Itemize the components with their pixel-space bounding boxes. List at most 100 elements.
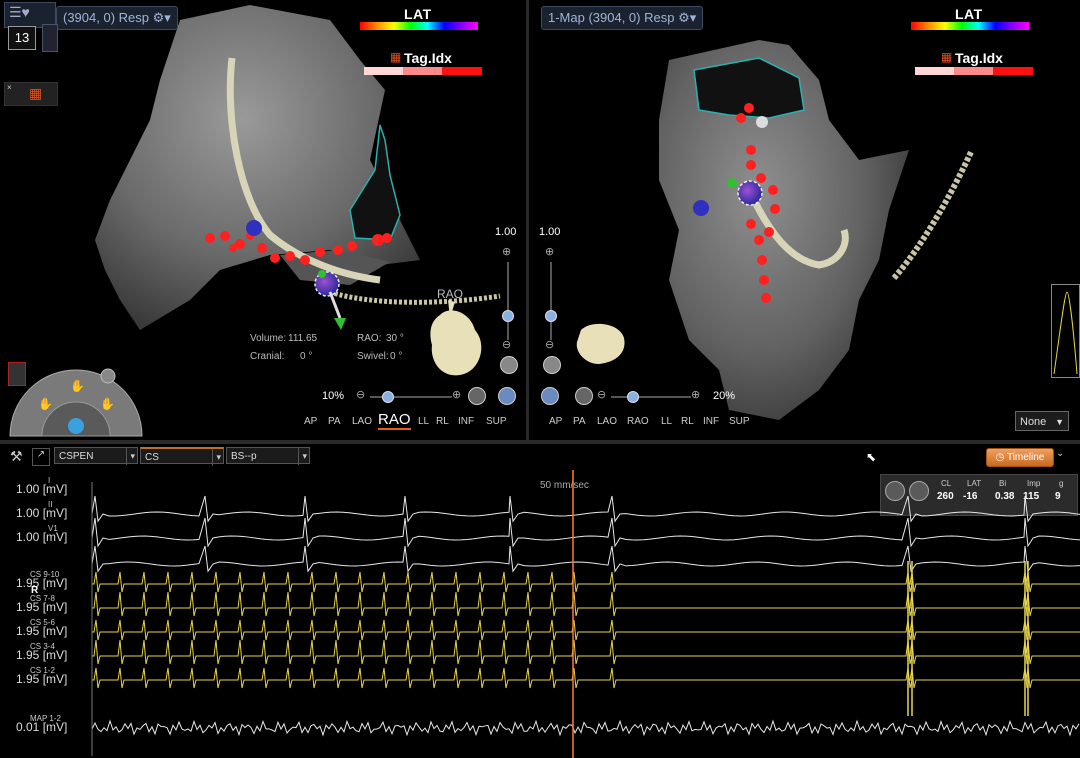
lat-legend-label: LAT: [404, 6, 432, 22]
trace-lead-v1: [91, 545, 1080, 573]
ecg-signal-canvas[interactable]: [0, 466, 1080, 758]
add-signal-icon[interactable]: ↗: [32, 448, 50, 466]
map-selector[interactable]: (3904, 0) Resp ⚙▾: [56, 6, 178, 30]
slider-minus-icon[interactable]: ⊖: [502, 338, 511, 351]
cranial-value: 0 °: [300, 351, 313, 362]
point-tool-button[interactable]: × ▦: [4, 82, 58, 106]
surface-toggle-button[interactable]: [500, 356, 518, 374]
mouse-cursor-icon: ⬉: [866, 450, 877, 464]
transparency-button[interactable]: [575, 387, 593, 405]
rao-label: RAO:: [357, 333, 382, 344]
nav-center-icon: [68, 418, 84, 434]
tag-legend-label: Tag.Idx: [955, 50, 1003, 66]
lat-color-scale: [360, 22, 478, 30]
left-view-pa-button[interactable]: PA: [328, 416, 341, 427]
catheter-tip-icon: [737, 180, 763, 206]
orientation-label: RAO: [437, 287, 464, 301]
zoom-out-icon[interactable]: ⊖: [597, 388, 606, 401]
rotate-icon: ✋: [70, 379, 85, 393]
pan-icon: ✋: [38, 397, 53, 411]
threshold-slider-knob[interactable]: [502, 310, 514, 322]
trace-cs-1: [92, 591, 1080, 617]
slider-minus-icon[interactable]: ⊖: [545, 338, 554, 351]
surface-toggle-button[interactable]: [543, 356, 561, 374]
left-view-rao-button[interactable]: RAO: [378, 411, 411, 430]
lead-name-7: CS 1-2: [30, 666, 55, 675]
threshold-slider[interactable]: [507, 262, 509, 340]
zoom-level: 20%: [713, 390, 736, 402]
tag-index-icon: ▦: [390, 50, 402, 64]
chevron-down-icon[interactable]: ⌄: [1056, 448, 1064, 459]
tag-color-scale: [915, 67, 1033, 75]
trace-cs-0: [92, 571, 1080, 593]
lead-name-3: CS 9-10: [30, 570, 60, 579]
slider-plus-icon[interactable]: ⊕: [545, 245, 554, 258]
zoom-slider-knob[interactable]: [627, 391, 639, 403]
right-view-sup-button[interactable]: SUP: [729, 416, 750, 427]
layers-icon[interactable]: [42, 24, 58, 52]
right-map-view[interactable]: 1-Map (3904, 0) Resp ⚙▾ LAT ▦ Tag.Idx 1.…: [529, 0, 1080, 440]
trace-cs-3: [92, 639, 1080, 665]
right-view-ll-button[interactable]: LL: [661, 416, 672, 427]
navigation-wheel[interactable]: ✋ ✋ ✋: [8, 362, 144, 438]
hammer-icon[interactable]: ⚒: [10, 448, 23, 465]
close-icon[interactable]: ×: [7, 83, 12, 92]
left-map-view[interactable]: ☰♥ (3904, 0) Resp ⚙▾ 13 × ▦ LAT ▦ Tag.Id…: [0, 0, 526, 440]
left-view-rl-button[interactable]: RL: [436, 416, 449, 427]
right-view-rl-button[interactable]: RL: [681, 416, 694, 427]
panel-divider[interactable]: [0, 440, 1080, 444]
left-view-ll-button[interactable]: LL: [418, 416, 429, 427]
signal-group-select-1[interactable]: CSPEN ▾: [54, 447, 138, 465]
record-icon[interactable]: [8, 362, 26, 386]
right-view-rao-button[interactable]: RAO: [627, 416, 649, 427]
map-selector[interactable]: 1-Map (3904, 0) Resp ⚙▾: [541, 6, 704, 30]
zoom-slider-knob[interactable]: [382, 391, 394, 403]
lead-name-8: MAP 1-2: [30, 714, 61, 723]
tag-index-icon: ▦: [941, 50, 953, 64]
trace-cs-4: [92, 667, 1080, 689]
trace-lead-ii: [91, 517, 1080, 548]
rao-value: 30 °: [386, 333, 404, 344]
right-view-inf-button[interactable]: INF: [703, 416, 719, 427]
right-view-lao-button[interactable]: LAO: [597, 416, 617, 427]
transparency-button[interactable]: [468, 387, 486, 405]
grid-point-icon: ▦: [29, 85, 43, 101]
tag-color-scale: [364, 67, 482, 75]
threshold-slider-knob[interactable]: [545, 310, 557, 322]
zoom-in-icon[interactable]: ⊕: [691, 388, 700, 401]
trace-cs-2: [92, 619, 1080, 641]
chevron-down-icon: ▼: [1055, 417, 1064, 427]
threshold-slider[interactable]: [550, 262, 552, 340]
chevron-down-icon: ▾: [298, 448, 307, 465]
signal-group-select-2[interactable]: CS ▾: [140, 447, 224, 466]
map-counter[interactable]: 13: [8, 26, 36, 50]
slider-plus-icon[interactable]: ⊕: [502, 245, 511, 258]
cranial-label: Cranial:: [250, 351, 285, 362]
right-view-ap-button[interactable]: AP: [549, 416, 562, 427]
volume-value: 111.65: [288, 333, 318, 344]
right-anatomy-canvas[interactable]: [529, 0, 1080, 440]
signal-traces: [91, 495, 1080, 737]
heart-orientation-icon: [430, 310, 482, 376]
zoom-slider[interactable]: [611, 396, 691, 398]
left-view-lao-button[interactable]: LAO: [352, 416, 372, 427]
lead-name-2: V1: [48, 524, 58, 533]
zoom-in-icon[interactable]: ⊕: [452, 388, 461, 401]
map-options-icon: ⚙▾: [678, 10, 697, 25]
zoom-out-icon[interactable]: ⊖: [356, 388, 365, 401]
volume-label: Volume:: [250, 333, 287, 344]
view-mode-dropdown[interactable]: None ▼: [1015, 411, 1069, 431]
signal-group-select-3[interactable]: BS--p ▾: [226, 447, 310, 465]
heart-orientation-icon: [576, 323, 625, 364]
left-view-ap-button[interactable]: AP: [304, 416, 317, 427]
lead-name-1: II: [48, 500, 53, 509]
lead-name-6: CS 3-4: [30, 642, 55, 651]
lead-scale-0: 1.00 [mV]: [16, 482, 68, 496]
left-view-inf-button[interactable]: INF: [458, 416, 474, 427]
left-view-sup-button[interactable]: SUP: [486, 416, 507, 427]
lead-name-5: CS 5-6: [30, 618, 55, 627]
reset-view-button[interactable]: [541, 387, 559, 405]
reset-view-button[interactable]: [498, 387, 516, 405]
timeline-button[interactable]: ◷ Timeline: [986, 448, 1054, 467]
right-view-pa-button[interactable]: PA: [573, 416, 586, 427]
